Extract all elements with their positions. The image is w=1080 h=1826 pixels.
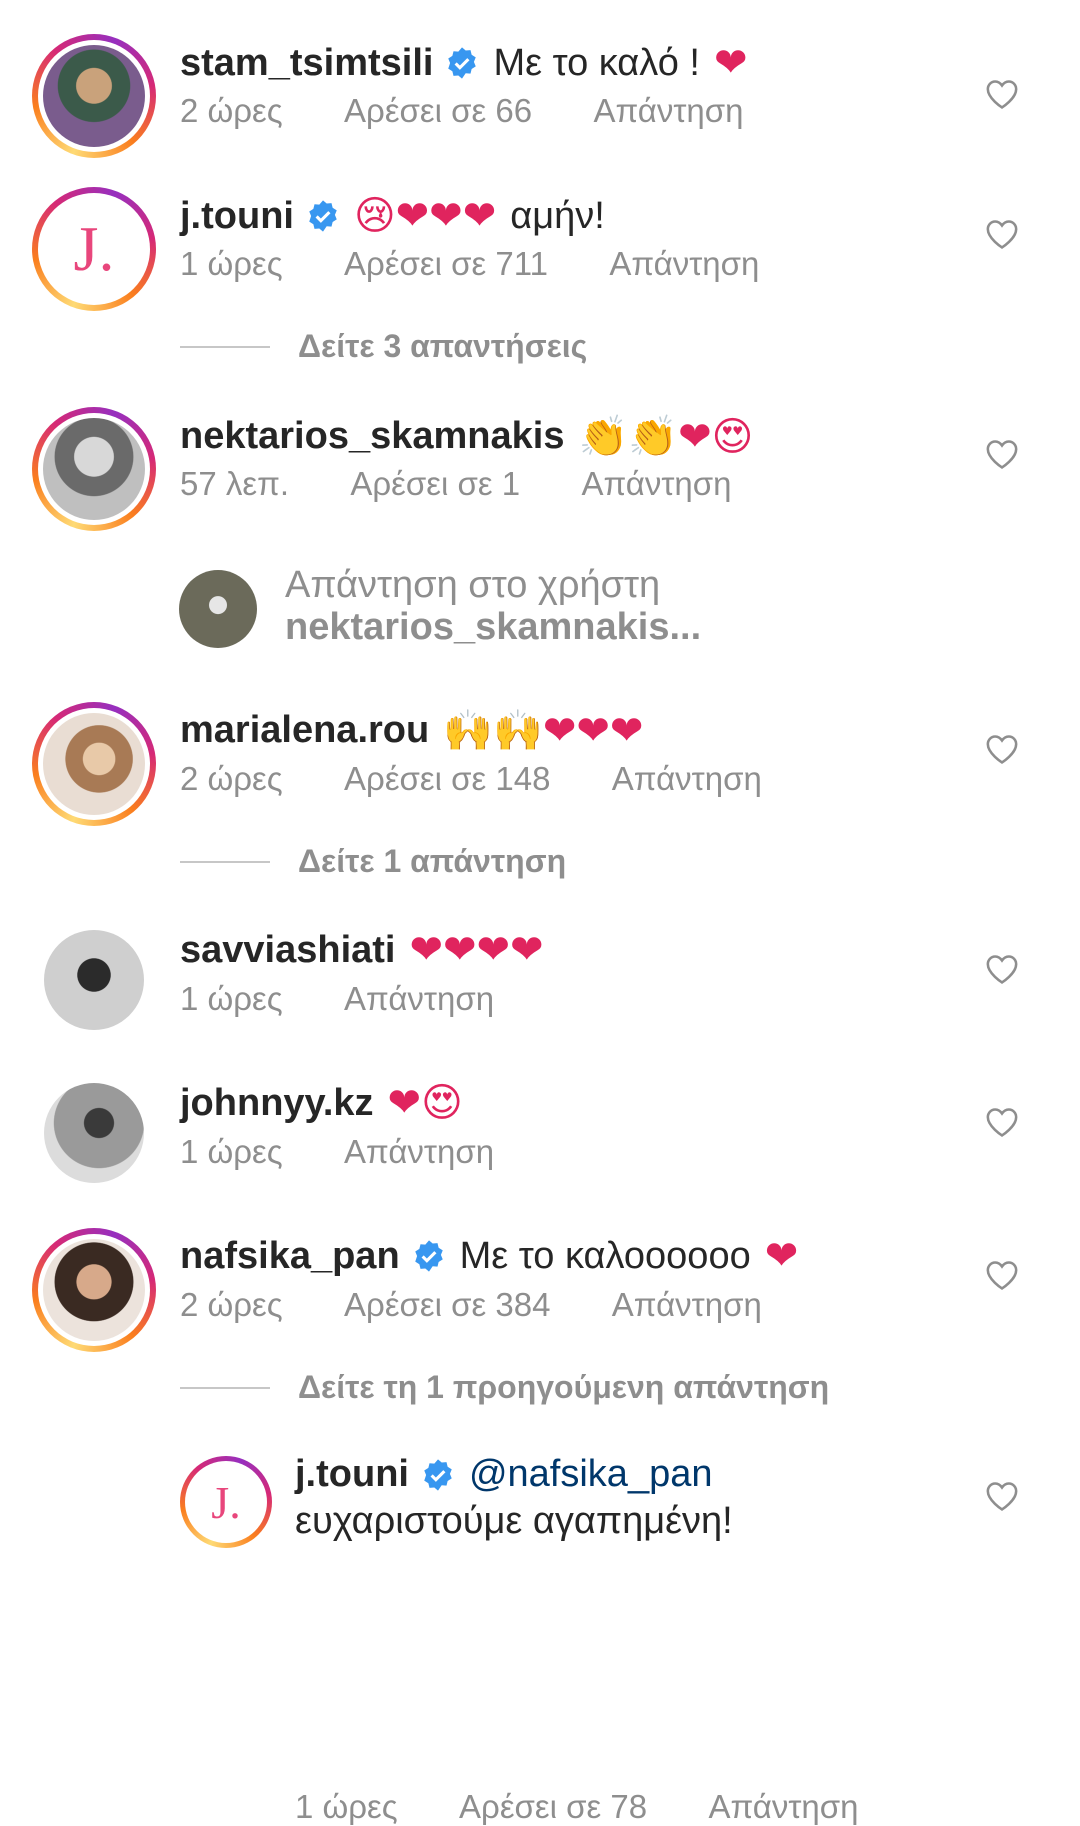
timestamp: 2 ώρες [180, 760, 283, 797]
emoji-text: 👏👏❤😍 [578, 414, 754, 460]
timestamp: 2 ώρες [180, 92, 283, 129]
comment-text: Με το καλό ! [493, 41, 700, 84]
heart-outline-icon[interactable] [985, 953, 1019, 985]
avatar[interactable] [44, 930, 144, 1030]
view-replies-link[interactable]: Δείτε τη 1 προηγούμενη απάντηση [180, 1369, 829, 1406]
avatar[interactable] [32, 1228, 156, 1352]
verified-badge-icon [445, 46, 479, 80]
likes-count[interactable]: Αρέσει σε 1 [350, 465, 520, 502]
timestamp: 2 ώρες [180, 1286, 283, 1323]
emoji-text: 😢❤❤❤ [353, 193, 497, 239]
username[interactable]: marialena.rou [180, 709, 429, 752]
mention-link[interactable]: @nafsika_pan [469, 1453, 713, 1496]
heart-outline-icon[interactable] [985, 1259, 1019, 1291]
verified-badge-icon [412, 1239, 446, 1273]
avatar[interactable]: J. [32, 187, 156, 311]
likes-count[interactable]: Αρέσει σε 384 [344, 1286, 550, 1323]
verified-badge-icon [421, 1458, 455, 1492]
likes-count[interactable]: Αρέσει σε 148 [344, 760, 550, 797]
reply-button[interactable]: Απάντηση [612, 760, 762, 797]
reply-button[interactable]: Απάντηση [344, 980, 494, 1017]
view-replies-link[interactable]: Δείτε 1 απάντηση [180, 843, 566, 880]
heart-outline-icon[interactable] [985, 1106, 1019, 1138]
reply-button[interactable]: Απάντηση [581, 465, 731, 502]
view-replies-link[interactable]: Δείτε 3 απαντήσεις [180, 328, 587, 365]
avatar [179, 570, 257, 648]
reply-button[interactable]: Απάντηση [708, 1788, 858, 1825]
timestamp: 57 λεπ. [180, 465, 290, 502]
emoji-text: ❤😍 [387, 1080, 463, 1126]
reply-button[interactable]: Απάντηση [344, 1133, 494, 1170]
reply-to-user: nektarios_skamnakis... [285, 606, 702, 648]
verified-badge-icon [306, 199, 340, 233]
timestamp: 1 ώρες [295, 1788, 398, 1825]
likes-count[interactable]: Αρέσει σε 78 [459, 1788, 647, 1825]
likes-count[interactable]: Αρέσει σε 711 [344, 245, 548, 282]
timestamp: 1 ώρες [180, 245, 283, 282]
heart-outline-icon[interactable] [985, 438, 1019, 470]
heart-emoji: ❤ [713, 41, 748, 85]
reply-button[interactable]: Απάντηση [593, 92, 743, 129]
avatar-logo: J. [73, 213, 115, 284]
likes-count[interactable]: Αρέσει σε 66 [344, 92, 532, 129]
username[interactable]: savviashiati [180, 929, 395, 972]
comment-text: ευχαριστούμε αγαπημένη! [295, 1500, 733, 1542]
username[interactable]: j.touni [180, 195, 294, 238]
reply-to-label: Απάντηση στο χρήστη [285, 564, 661, 606]
comment-text: αμήν! [510, 194, 605, 237]
emoji-text: 🙌🙌❤❤❤ [443, 708, 644, 754]
timestamp: 1 ώρες [180, 980, 283, 1017]
username[interactable]: j.touni [295, 1453, 409, 1496]
comment-text: Με το καλοοοοοο [459, 1234, 751, 1277]
username[interactable]: johnnyy.kz [180, 1082, 374, 1125]
timestamp: 1 ώρες [180, 1133, 283, 1170]
avatar[interactable] [32, 407, 156, 531]
avatar-logo: J. [211, 1476, 241, 1528]
username[interactable]: stam_tsimtsili [180, 42, 433, 85]
username[interactable]: nafsika_pan [180, 1235, 400, 1278]
reply-button[interactable]: Απάντηση [612, 1286, 762, 1323]
heart-emoji: ❤ [764, 1234, 799, 1278]
heart-outline-icon[interactable] [985, 78, 1019, 110]
reply-button[interactable]: Απάντηση [609, 245, 759, 282]
username[interactable]: nektarios_skamnakis [180, 415, 564, 458]
avatar[interactable] [32, 34, 156, 158]
emoji-text: ❤❤❤❤ [409, 927, 544, 973]
heart-outline-icon[interactable] [985, 1480, 1019, 1512]
avatar[interactable] [44, 1083, 144, 1183]
avatar[interactable] [32, 702, 156, 826]
avatar[interactable]: J. [180, 1456, 272, 1548]
heart-outline-icon[interactable] [985, 733, 1019, 765]
heart-outline-icon[interactable] [985, 218, 1019, 250]
